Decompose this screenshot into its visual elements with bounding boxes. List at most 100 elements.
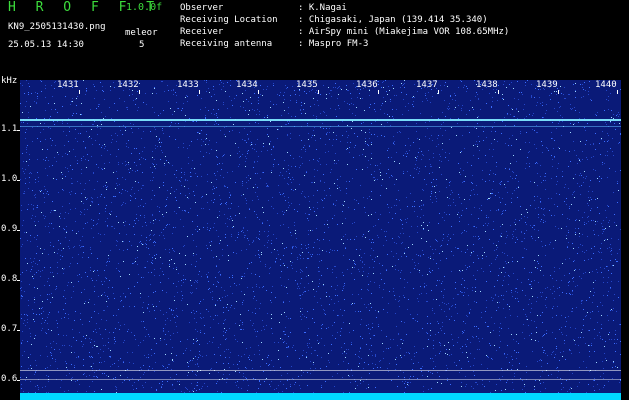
noise-speck xyxy=(63,228,64,229)
noise-speck xyxy=(292,246,293,247)
noise-speck xyxy=(292,177,293,178)
noise-speck xyxy=(498,275,499,276)
noise-speck xyxy=(221,89,222,90)
noise-speck xyxy=(542,322,543,323)
noise-speck xyxy=(464,287,465,288)
noise-speck xyxy=(479,341,480,342)
noise-speck xyxy=(41,313,42,314)
noise-speck xyxy=(196,341,197,342)
noise-speck xyxy=(328,360,329,361)
noise-speck xyxy=(473,155,474,156)
noise-speck xyxy=(174,111,175,112)
noise-speck xyxy=(148,304,149,305)
noise-speck xyxy=(225,357,226,358)
noise-speck xyxy=(262,222,263,223)
noise-speck xyxy=(303,258,304,259)
noise-speck xyxy=(537,185,538,186)
noise-speck xyxy=(40,276,41,277)
noise-speck xyxy=(592,302,593,303)
noise-speck xyxy=(396,357,397,358)
noise-speck xyxy=(409,150,410,151)
noise-speck xyxy=(160,113,161,114)
noise-speck xyxy=(417,91,418,92)
noise-speck xyxy=(139,242,140,243)
noise-speck xyxy=(247,188,248,189)
noise-speck xyxy=(565,150,566,151)
noise-speck xyxy=(206,82,207,83)
noise-speck xyxy=(237,341,238,342)
noise-speck xyxy=(367,198,368,199)
noise-speck xyxy=(212,342,213,343)
noise-speck xyxy=(489,174,490,175)
noise-speck xyxy=(575,234,576,235)
noise-speck xyxy=(267,186,268,187)
noise-speck xyxy=(170,377,171,378)
noise-speck xyxy=(414,262,415,263)
noise-speck xyxy=(413,177,414,178)
noise-speck xyxy=(353,83,354,84)
noise-speck xyxy=(132,187,133,188)
noise-speck xyxy=(455,282,456,283)
noise-speck xyxy=(34,221,35,222)
noise-speck xyxy=(113,196,114,197)
noise-speck xyxy=(254,149,255,150)
noise-speck xyxy=(264,245,265,246)
noise-speck xyxy=(47,149,48,150)
noise-speck xyxy=(176,269,177,270)
noise-speck xyxy=(205,144,206,145)
noise-speck xyxy=(225,91,226,92)
noise-speck xyxy=(501,272,502,273)
noise-speck xyxy=(341,89,342,90)
noise-speck xyxy=(588,216,589,217)
noise-speck xyxy=(325,152,326,153)
noise-speck xyxy=(44,285,45,286)
noise-speck xyxy=(148,248,149,249)
meteor-label: meleor xyxy=(125,28,158,38)
noise-speck xyxy=(515,298,516,299)
noise-speck xyxy=(192,371,193,372)
noise-speck xyxy=(363,368,364,369)
noise-speck xyxy=(568,282,569,283)
noise-speck xyxy=(538,214,539,215)
noise-speck xyxy=(50,267,51,268)
noise-speck xyxy=(213,337,214,338)
noise-speck xyxy=(153,235,154,236)
noise-speck xyxy=(207,386,208,387)
noise-speck xyxy=(187,304,188,305)
noise-speck xyxy=(410,175,411,176)
noise-speck xyxy=(318,286,319,287)
noise-speck xyxy=(531,236,532,237)
noise-speck xyxy=(439,280,440,281)
noise-speck xyxy=(26,149,27,150)
noise-speck xyxy=(486,307,487,308)
noise-speck xyxy=(114,196,115,197)
noise-speck xyxy=(77,163,78,164)
noise-speck xyxy=(486,281,487,282)
noise-speck xyxy=(545,176,546,177)
noise-speck xyxy=(420,255,421,256)
noise-speck xyxy=(524,238,525,239)
noise-speck xyxy=(199,133,200,134)
noise-speck xyxy=(90,205,91,206)
noise-speck xyxy=(26,147,27,148)
noise-speck xyxy=(173,90,174,91)
noise-speck xyxy=(354,261,355,262)
noise-speck xyxy=(540,198,541,199)
noise-speck xyxy=(213,193,214,194)
noise-speck xyxy=(485,181,486,182)
noise-speck xyxy=(504,354,505,355)
noise-speck xyxy=(485,155,486,156)
noise-speck xyxy=(511,82,512,83)
noise-speck xyxy=(141,369,142,370)
noise-speck xyxy=(33,209,34,210)
noise-speck xyxy=(101,124,102,125)
noise-speck xyxy=(373,273,374,274)
noise-speck xyxy=(217,300,218,301)
noise-speck xyxy=(86,376,87,377)
noise-speck xyxy=(608,320,609,321)
noise-speck xyxy=(400,87,401,88)
noise-speck xyxy=(99,328,100,329)
noise-speck xyxy=(578,122,579,123)
noise-speck xyxy=(182,210,183,211)
noise-speck xyxy=(127,369,128,370)
